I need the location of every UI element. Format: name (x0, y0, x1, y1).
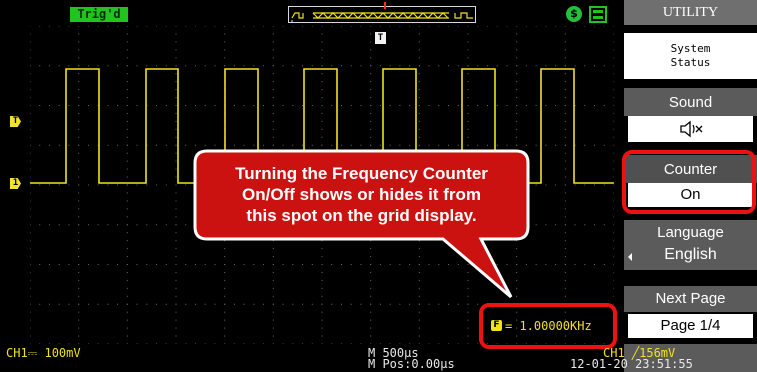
ch1-scale-readout: CH1⎓ 100mV (6, 346, 81, 360)
callout-text: Turning the Frequency Counter On/Off sho… (193, 163, 530, 226)
language-label: Language (624, 220, 757, 246)
trigger-level-marker: T (10, 116, 21, 127)
system-status-label-line1: System (670, 42, 711, 55)
speaker-muted-icon (679, 120, 702, 138)
arrow-left-icon (628, 253, 632, 261)
callout-line: this spot on the grid display. (246, 206, 477, 225)
callout-line: On/Off shows or hides it from (242, 185, 481, 204)
trigger-position-marker: T (375, 32, 386, 44)
trigger-status-badge: Trig'd (70, 7, 128, 22)
sound-toggle-button[interactable] (628, 116, 753, 142)
system-status-button[interactable]: System Status (624, 33, 757, 79)
next-page-label: Next Page (624, 286, 757, 312)
highlight-frame-counter-menu (622, 150, 756, 214)
callout-line: Turning the Frequency Counter (235, 164, 488, 183)
language-value: English (664, 246, 717, 263)
time-position-readout: M Pos:0.00μs (368, 357, 455, 371)
highlight-frame-counter-readout (479, 303, 617, 349)
scope-display: Trig'd $ T T 1 Turning the Frequency Cou… (0, 0, 620, 372)
language-select-button[interactable]: English (624, 246, 757, 270)
memory-position-bar (288, 6, 476, 23)
date-time-readout: 12-01-20 23:51:55 (570, 357, 693, 371)
memory-waveform (291, 12, 473, 19)
printer-icon (589, 6, 607, 23)
usb-icon: $ (566, 6, 582, 22)
trigger-point-marker (384, 2, 386, 9)
sound-label: Sound (624, 88, 757, 116)
next-page-button[interactable]: Page 1/4 (628, 314, 753, 338)
menu-title: UTILITY (624, 0, 757, 25)
annotation-callout: Turning the Frequency Counter On/Off sho… (193, 149, 530, 299)
channel1-ground-marker: 1 (10, 178, 21, 189)
system-status-label-line2: Status (670, 56, 711, 69)
